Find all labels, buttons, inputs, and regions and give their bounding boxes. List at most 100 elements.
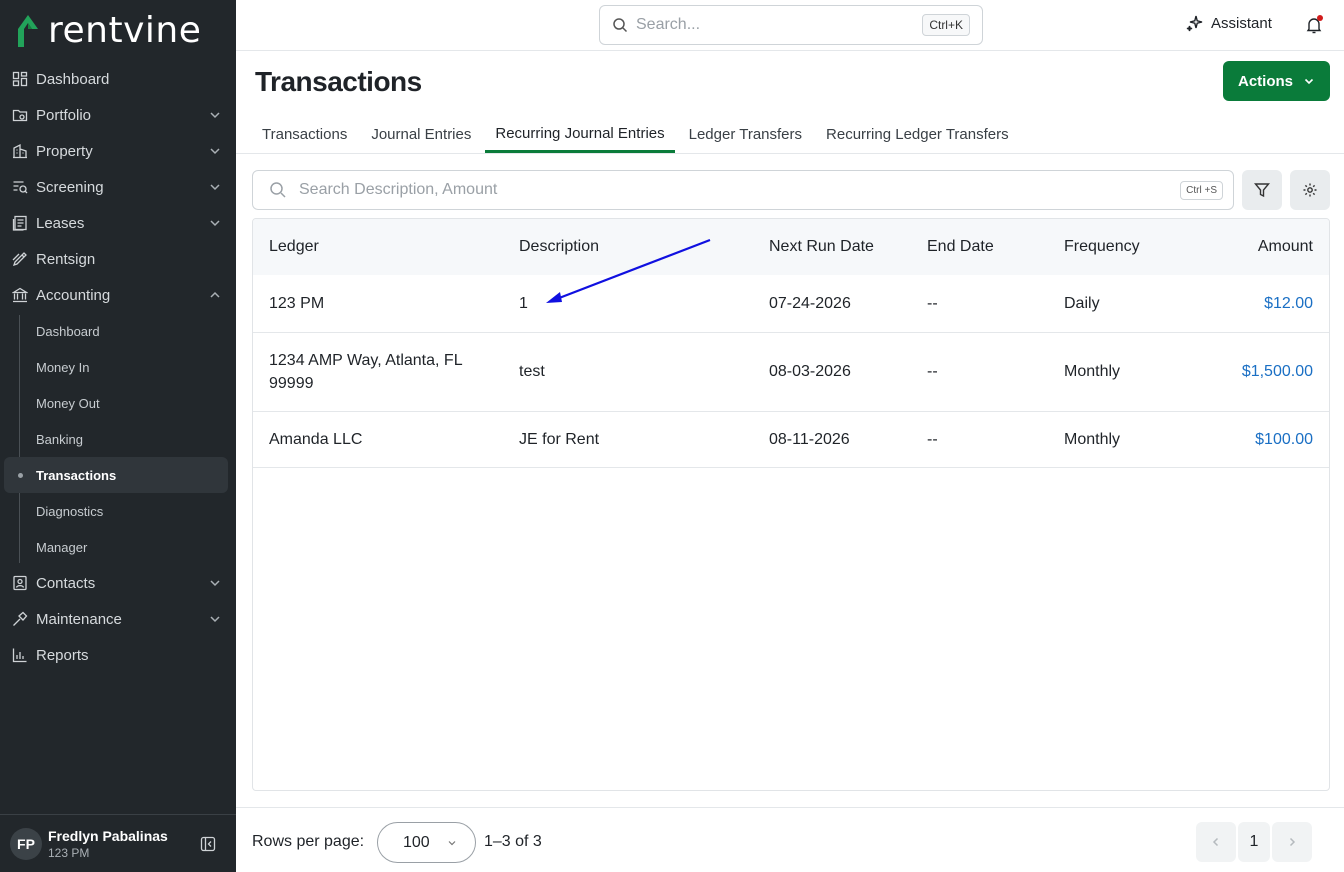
page-title: Transactions xyxy=(255,66,422,97)
sidebar-item-contacts[interactable]: Contacts xyxy=(0,565,236,601)
chevron-down-icon xyxy=(448,840,456,845)
assistant-button[interactable]: Assistant xyxy=(1186,14,1272,32)
sidebar-item-maintenance[interactable]: Maintenance xyxy=(0,601,236,637)
sidebar-item-reports[interactable]: Reports xyxy=(0,637,236,673)
sidebar-item-rentsign[interactable]: Rentsign xyxy=(0,241,236,277)
accounting-subnav: Dashboard Money In Money Out Banking Tra… xyxy=(0,313,236,565)
subnav-item-dashboard[interactable]: Dashboard xyxy=(0,313,236,349)
cell-ledger: Amanda LLC xyxy=(269,430,363,448)
chevron-down-icon xyxy=(210,112,220,119)
search-icon xyxy=(270,182,286,198)
subnav-item-money-out[interactable]: Money Out xyxy=(0,385,236,421)
column-header-end-date[interactable]: End Date xyxy=(911,219,1048,275)
column-header-next-run-date[interactable]: Next Run Date xyxy=(753,219,911,275)
actions-button[interactable]: Actions xyxy=(1223,61,1330,101)
sidebar-item-leases[interactable]: Leases xyxy=(0,205,236,241)
column-header-amount[interactable]: Amount xyxy=(1188,219,1329,275)
global-search[interactable]: Ctrl+K xyxy=(599,5,983,45)
cell-next-run-date: 08-03-2026 xyxy=(769,363,851,380)
chevron-down-icon xyxy=(210,184,220,191)
chevron-up-icon xyxy=(210,291,220,298)
chevron-down-icon xyxy=(210,616,220,623)
avatar: FP xyxy=(10,827,42,860)
table-search-input[interactable] xyxy=(299,181,1181,199)
gear-icon xyxy=(1303,183,1317,197)
cell-ledger: 123 PM xyxy=(269,294,325,312)
tabs-divider xyxy=(236,153,1344,154)
column-header-description[interactable]: Description xyxy=(503,219,753,275)
leases-icon xyxy=(11,214,29,232)
table-search[interactable]: Ctrl +S xyxy=(252,170,1234,210)
notification-dot xyxy=(1317,15,1323,21)
subnav-item-banking[interactable]: Banking xyxy=(0,421,236,457)
sidebar-item-screening[interactable]: Screening xyxy=(0,169,236,205)
portfolio-icon xyxy=(11,106,29,124)
chevron-right-icon xyxy=(1289,837,1296,847)
next-page-button[interactable] xyxy=(1272,822,1312,862)
property-icon xyxy=(11,142,29,160)
rows-per-page-value: 100 xyxy=(403,833,430,851)
sidebar-item-property[interactable]: Property xyxy=(0,133,236,169)
global-search-input[interactable] xyxy=(636,16,923,34)
tab-transactions[interactable]: Transactions xyxy=(252,116,357,153)
cell-description: 1 xyxy=(519,294,528,312)
tab-ledger-transfers[interactable]: Ledger Transfers xyxy=(679,116,812,153)
actions-label: Actions xyxy=(1237,72,1293,90)
sparkle-icon xyxy=(1186,15,1203,32)
table-row[interactable]: 123 PM 1 07-24-2026 -- Daily $12.00 xyxy=(253,275,1329,332)
cell-end-date: -- xyxy=(927,430,938,448)
collapse-sidebar-icon[interactable] xyxy=(200,836,216,852)
user-name: Fredlyn Pabalinas xyxy=(48,827,168,844)
table-header-row: Ledger Description Next Run Date End Dat… xyxy=(253,219,1329,275)
tab-recurring-journal-entries[interactable]: Recurring Journal Entries xyxy=(485,116,675,153)
subnav-item-diagnostics[interactable]: Diagnostics xyxy=(0,493,236,529)
column-header-ledger[interactable]: Ledger xyxy=(253,219,503,275)
cell-description: JE for Rent xyxy=(519,430,600,448)
subnav-item-money-in[interactable]: Money In xyxy=(0,349,236,385)
cell-amount-link[interactable]: $1,500.00 xyxy=(1188,332,1329,411)
rows-per-page-select[interactable]: 100 xyxy=(377,822,476,863)
logo-text: rentvine xyxy=(48,9,202,51)
page-number[interactable]: 1 xyxy=(1238,822,1270,862)
filter-button[interactable] xyxy=(1242,170,1282,210)
user-profile[interactable]: FP Fredlyn Pabalinas 123 PM xyxy=(0,814,236,872)
rentvine-logo[interactable]: rentvine xyxy=(14,9,202,51)
cell-next-run-date: 08-11-2026 xyxy=(769,430,850,448)
assistant-label: Assistant xyxy=(1211,14,1272,32)
cell-amount-link[interactable]: $12.00 xyxy=(1188,275,1329,332)
sidebar-nav: Dashboard Portfolio Property Screening L… xyxy=(0,61,236,673)
accounting-icon xyxy=(11,286,29,304)
cell-end-date: -- xyxy=(927,294,938,312)
rentvine-logo-icon xyxy=(18,15,38,47)
cell-description: test xyxy=(519,363,545,380)
cell-frequency: Monthly xyxy=(1064,430,1121,448)
cell-frequency: Daily xyxy=(1064,294,1100,312)
notifications-button[interactable] xyxy=(1304,15,1324,35)
rows-per-page-label: Rows per page: xyxy=(252,833,365,850)
maintenance-icon xyxy=(11,610,29,628)
sidebar-item-dashboard[interactable]: Dashboard xyxy=(0,61,236,97)
cell-amount-link[interactable]: $100.00 xyxy=(1188,411,1329,467)
column-header-frequency[interactable]: Frequency xyxy=(1048,219,1188,275)
table-row[interactable]: 1234 AMP Way, Atlanta, FL 99999 test 08-… xyxy=(253,332,1329,411)
tab-journal-entries[interactable]: Journal Entries xyxy=(361,116,481,153)
table-search-shortcut: Ctrl +S xyxy=(1180,180,1223,200)
sidebar-item-portfolio[interactable]: Portfolio xyxy=(0,97,236,133)
prev-page-button[interactable] xyxy=(1196,822,1236,862)
settings-button[interactable] xyxy=(1290,170,1330,210)
sidebar: rentvine Dashboard Portfolio Property Sc… xyxy=(0,0,236,872)
top-bar: Ctrl+K Assistant xyxy=(236,0,1344,51)
cell-frequency: Monthly xyxy=(1064,363,1121,380)
cell-end-date: -- xyxy=(927,363,938,380)
subnav-item-manager[interactable]: Manager xyxy=(0,529,236,565)
tab-recurring-ledger-transfers[interactable]: Recurring Ledger Transfers xyxy=(816,116,1019,153)
sidebar-item-accounting[interactable]: Accounting xyxy=(0,277,236,313)
filter-icon xyxy=(1254,183,1270,198)
pagination-range: 1–3 of 3 xyxy=(484,833,542,850)
rentsign-icon xyxy=(11,250,29,268)
subnav-item-transactions[interactable]: Transactions xyxy=(4,457,228,493)
contacts-icon xyxy=(11,574,29,592)
dashboard-icon xyxy=(11,70,29,88)
pagination: 1 xyxy=(1196,822,1312,862)
table-row[interactable]: Amanda LLC JE for Rent 08-11-2026 -- Mon… xyxy=(253,411,1329,467)
